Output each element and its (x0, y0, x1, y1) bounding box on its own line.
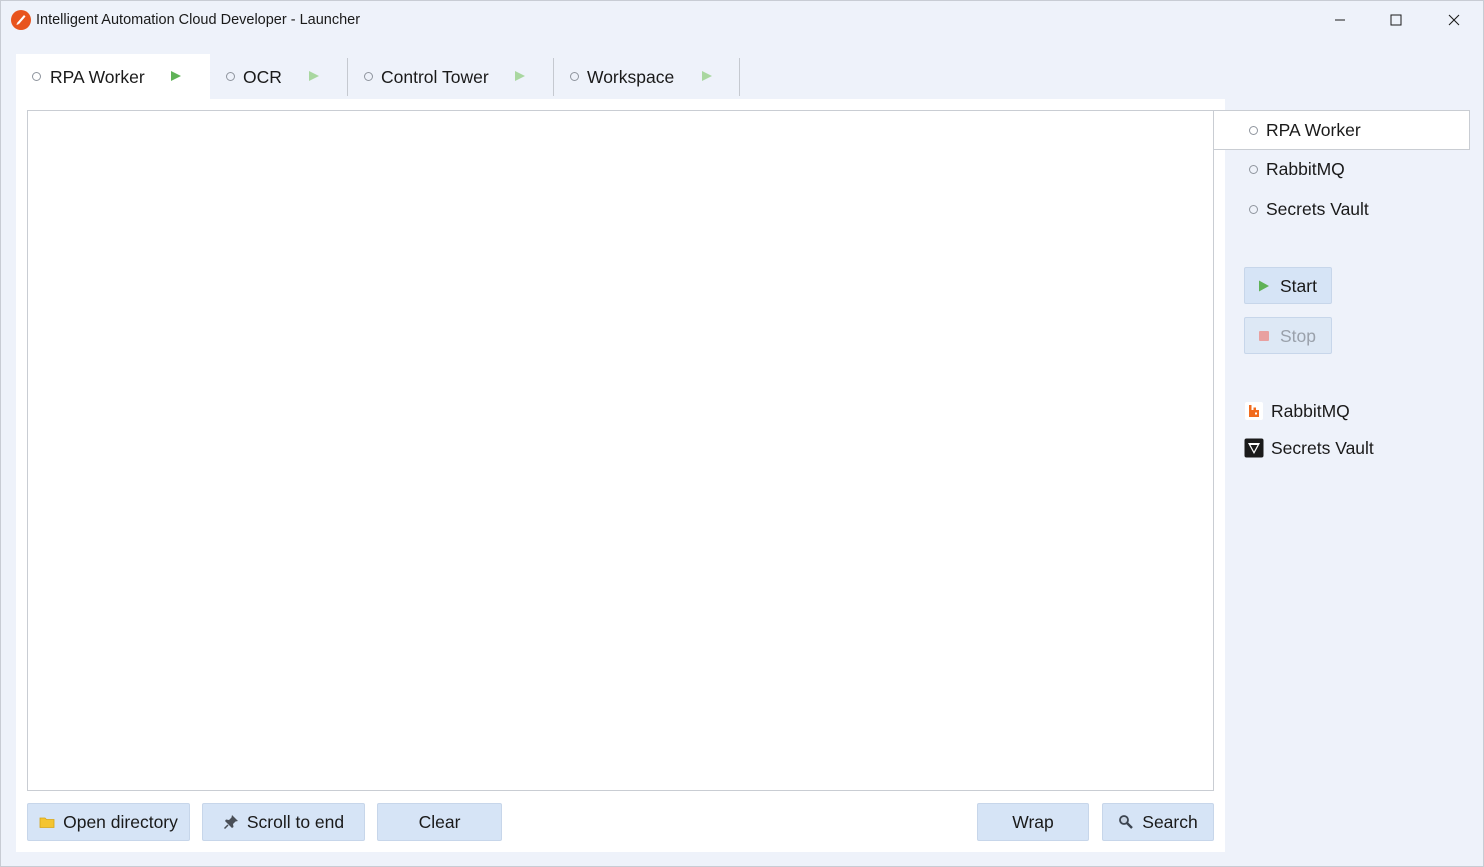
tab-label: Control Tower (381, 67, 489, 87)
rabbitmq-link-label: RabbitMQ (1271, 401, 1350, 421)
service-item-secrets-vault[interactable]: Secrets Vault (1214, 190, 1470, 230)
close-icon (1448, 14, 1460, 26)
tab-divider (739, 58, 740, 96)
stop-label: Stop (1280, 326, 1316, 346)
play-icon[interactable] (171, 71, 181, 81)
service-label: RabbitMQ (1266, 159, 1345, 179)
open-directory-label: Open directory (63, 811, 178, 832)
play-icon[interactable] (515, 71, 525, 81)
close-button[interactable] (1425, 1, 1483, 39)
log-output[interactable] (27, 110, 1214, 791)
vault-icon (1244, 438, 1264, 458)
service-label: RPA Worker (1266, 120, 1361, 140)
pin-icon (223, 815, 238, 830)
play-icon[interactable] (309, 71, 319, 81)
clear-label: Clear (418, 811, 461, 832)
status-indicator-icon (226, 72, 235, 81)
status-indicator-icon (1249, 165, 1258, 174)
tab-rpa-worker[interactable]: RPA Worker (16, 54, 210, 99)
tab-ocr[interactable]: OCR (210, 54, 348, 99)
tab-workspace[interactable]: Workspace (554, 54, 740, 99)
secrets-vault-link-label: Secrets Vault (1271, 438, 1374, 458)
service-item-rabbitmq[interactable]: RabbitMQ (1214, 150, 1470, 190)
open-directory-button[interactable]: Open directory (27, 803, 190, 841)
status-indicator-icon (1249, 205, 1258, 214)
search-icon (1119, 815, 1134, 829)
maximize-button[interactable] (1367, 1, 1425, 39)
rabbitmq-icon (1245, 402, 1263, 420)
play-icon[interactable] (702, 71, 712, 81)
service-item-rpa-worker[interactable]: RPA Worker (1214, 110, 1470, 150)
tab-label: RPA Worker (50, 67, 145, 87)
stop-icon (1259, 331, 1269, 341)
tab-control-tower[interactable]: Control Tower (348, 54, 554, 99)
wrap-button[interactable]: Wrap (977, 803, 1089, 841)
clear-button[interactable]: Clear (377, 803, 502, 841)
minimize-icon (1335, 19, 1345, 21)
service-label: Secrets Vault (1266, 199, 1369, 219)
launcher-window: Intelligent Automation Cloud Developer -… (0, 0, 1484, 867)
scroll-to-end-button[interactable]: Scroll to end (202, 803, 365, 841)
status-indicator-icon (364, 72, 373, 81)
search-button[interactable]: Search (1102, 803, 1214, 841)
service-tabs: RPA Worker OCR Control Tower Workspace (16, 54, 740, 99)
play-icon (1259, 280, 1269, 292)
status-indicator-icon (570, 72, 579, 81)
tab-label: Workspace (587, 67, 675, 87)
wrap-label: Wrap (1012, 811, 1054, 832)
status-indicator-icon (32, 72, 41, 81)
title-bar: Intelligent Automation Cloud Developer -… (1, 1, 1484, 39)
tab-label: OCR (243, 67, 282, 87)
start-label: Start (1280, 276, 1317, 296)
status-indicator-icon (1249, 126, 1258, 135)
folder-icon (39, 817, 55, 828)
search-label: Search (1142, 811, 1198, 832)
window-title: Intelligent Automation Cloud Developer -… (36, 12, 361, 28)
stop-button[interactable]: Stop (1244, 317, 1332, 354)
minimize-button[interactable] (1311, 1, 1369, 39)
maximize-icon (1390, 14, 1402, 26)
log-panel: Open directory Scroll to end Clear Wrap … (16, 99, 1225, 852)
app-logo-icon (11, 10, 31, 30)
start-button[interactable]: Start (1244, 267, 1332, 304)
scroll-to-end-label: Scroll to end (246, 811, 345, 832)
